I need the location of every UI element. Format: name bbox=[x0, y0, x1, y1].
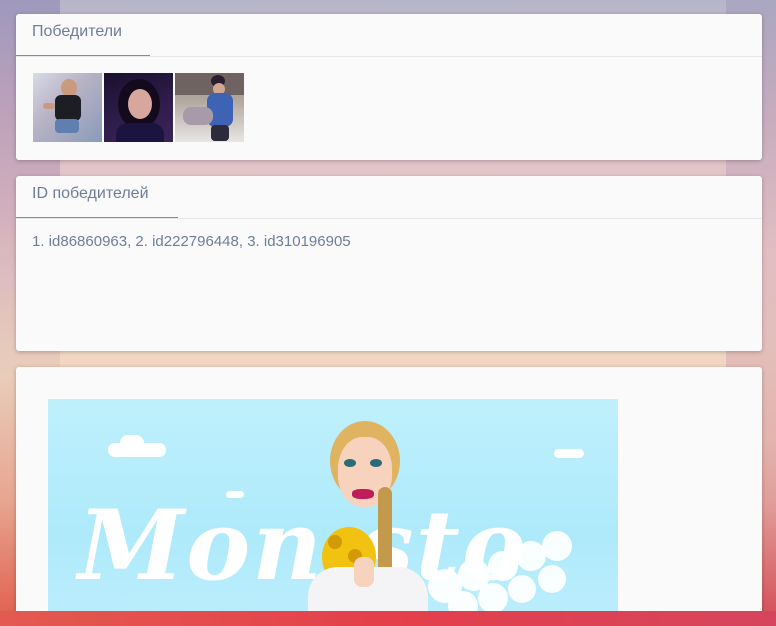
ids-tab[interactable]: ID победителей bbox=[16, 176, 178, 218]
bottom-gradient-band bbox=[0, 611, 776, 626]
winners-card-header: Победители bbox=[16, 14, 762, 57]
winner-avatar-3[interactable] bbox=[175, 73, 244, 142]
winners-tab[interactable]: Победители bbox=[16, 14, 150, 56]
winner-avatar-1[interactable] bbox=[33, 73, 102, 142]
promo-banner[interactable]: Mon sto bbox=[48, 399, 618, 626]
ids-card-header: ID победителей bbox=[16, 176, 762, 219]
winner-avatar-2[interactable] bbox=[104, 73, 173, 142]
winner-ids-text: 1. id86860963, 2. id222796448, 3. id3101… bbox=[32, 233, 351, 250]
winners-avatar-list bbox=[16, 57, 762, 142]
winner-ids-card: ID победителей 1. id86860963, 2. id22279… bbox=[16, 176, 762, 351]
winners-card: Победители bbox=[16, 14, 762, 160]
banner-card: Mon sto bbox=[16, 367, 762, 626]
mascot-illustration bbox=[308, 417, 438, 626]
